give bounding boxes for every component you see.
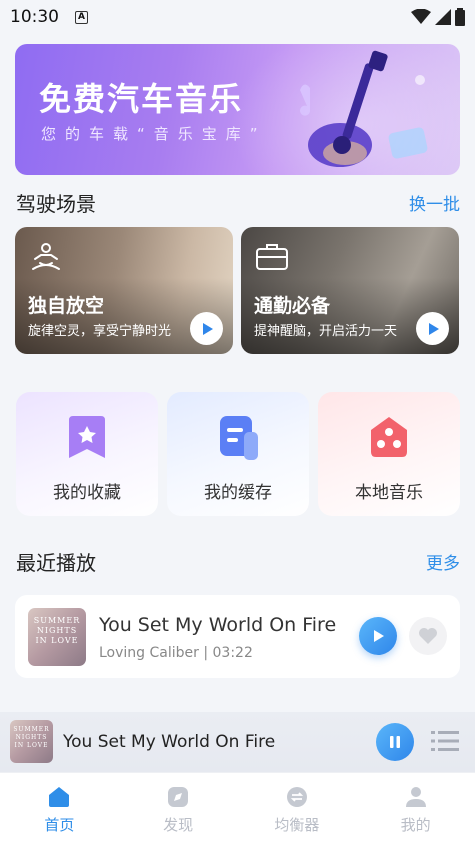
banner-title: 免费汽车音乐 [39,80,244,118]
cache-tile[interactable]: 我的缓存 [167,392,309,516]
local-music-icon [371,417,407,457]
playlist-icon[interactable] [431,730,459,752]
tab-label: 发现 [163,816,194,834]
status-bar: 10:30 A [0,0,475,34]
cache-label: 我的缓存 [204,483,272,503]
track-meta: Loving Caliber | 03:22 [99,645,253,661]
like-button[interactable] [409,617,447,655]
scenes-section-title: 驾驶场景 [16,192,96,216]
favorites-tile[interactable]: 我的收藏 [16,392,158,516]
tab-home[interactable]: 首页 [0,773,119,844]
discover-icon [168,787,189,807]
album-cover-text: SUMMER NIGHTS IN LOVE [28,608,86,666]
play-icon [428,322,439,335]
recent-section-header: 最近播放 更多 [16,547,460,576]
more-recent-button[interactable]: 更多 [426,549,460,574]
status-time: 10:30 [10,7,59,27]
cellular-signal-icon [435,9,451,25]
recent-track-row[interactable]: SUMMER NIGHTS IN LOVE You Set My World O… [15,595,460,678]
scene-description: 旋律空灵，享受宁静时光 [28,324,172,339]
mini-player[interactable]: SUMMER NIGHTS IN LOVE You Set My World O… [0,712,475,772]
scene-play-button[interactable] [190,312,223,345]
profile-icon [405,787,426,807]
scene-card-commute[interactable]: 通勤必备 提神醒脑，开启活力一天 [241,227,459,354]
track-play-button[interactable] [359,617,397,655]
home-icon [49,787,70,807]
pause-icon [390,736,400,748]
tab-profile[interactable]: 我的 [356,773,475,844]
scene-title: 通勤必备 [254,295,331,317]
scene-description: 提神醒脑，开启活力一天 [254,324,398,339]
notification-a-icon: A [75,10,88,24]
play-icon [374,630,384,642]
favorites-label: 我的收藏 [53,483,121,503]
tab-label: 我的 [400,816,431,834]
wifi-icon [411,9,431,24]
cache-icon [220,416,258,460]
scene-card-solo-relax[interactable]: 独自放空 旋律空灵，享受宁静时光 [15,227,233,354]
tab-label: 均衡器 [274,816,320,834]
pause-button[interactable] [376,723,414,761]
local-music-label: 本地音乐 [355,483,423,503]
now-playing-cover-text: SUMMER NIGHTS IN LOVE [10,720,53,763]
favorites-icon [69,416,105,458]
refresh-scenes-button[interactable]: 换一批 [409,190,460,215]
briefcase-icon [256,244,288,270]
tab-equalizer[interactable]: 均衡器 [238,773,357,844]
scene-title: 独自放空 [28,295,105,317]
play-icon [202,322,213,335]
tab-discover[interactable]: 发现 [119,773,238,844]
now-playing-cover: SUMMER NIGHTS IN LOVE [10,720,53,763]
local-music-tile[interactable]: 本地音乐 [318,392,460,516]
track-title: You Set My World On Fire [99,614,337,636]
scene-play-button[interactable] [416,312,449,345]
banner-subtitle: 您的车载“音乐宝库” [41,125,267,143]
album-cover: SUMMER NIGHTS IN LOVE [28,608,86,666]
now-playing-title: You Set My World On Fire [63,732,276,752]
battery-icon [455,8,465,26]
equalizer-icon [286,787,307,807]
bottom-tab-bar: 首页 发现 均衡器 我的 [0,772,475,844]
status-icons [411,8,465,26]
heart-icon [419,628,437,644]
recent-section-title: 最近播放 [16,551,96,575]
scenes-section-header: 驾驶场景 换一批 [16,188,460,217]
tab-label: 首页 [44,816,75,834]
meditation-icon [32,243,60,270]
guitar-illustration-icon [300,50,428,167]
promo-banner[interactable]: 免费汽车音乐 您的车载“音乐宝库” [15,44,460,175]
